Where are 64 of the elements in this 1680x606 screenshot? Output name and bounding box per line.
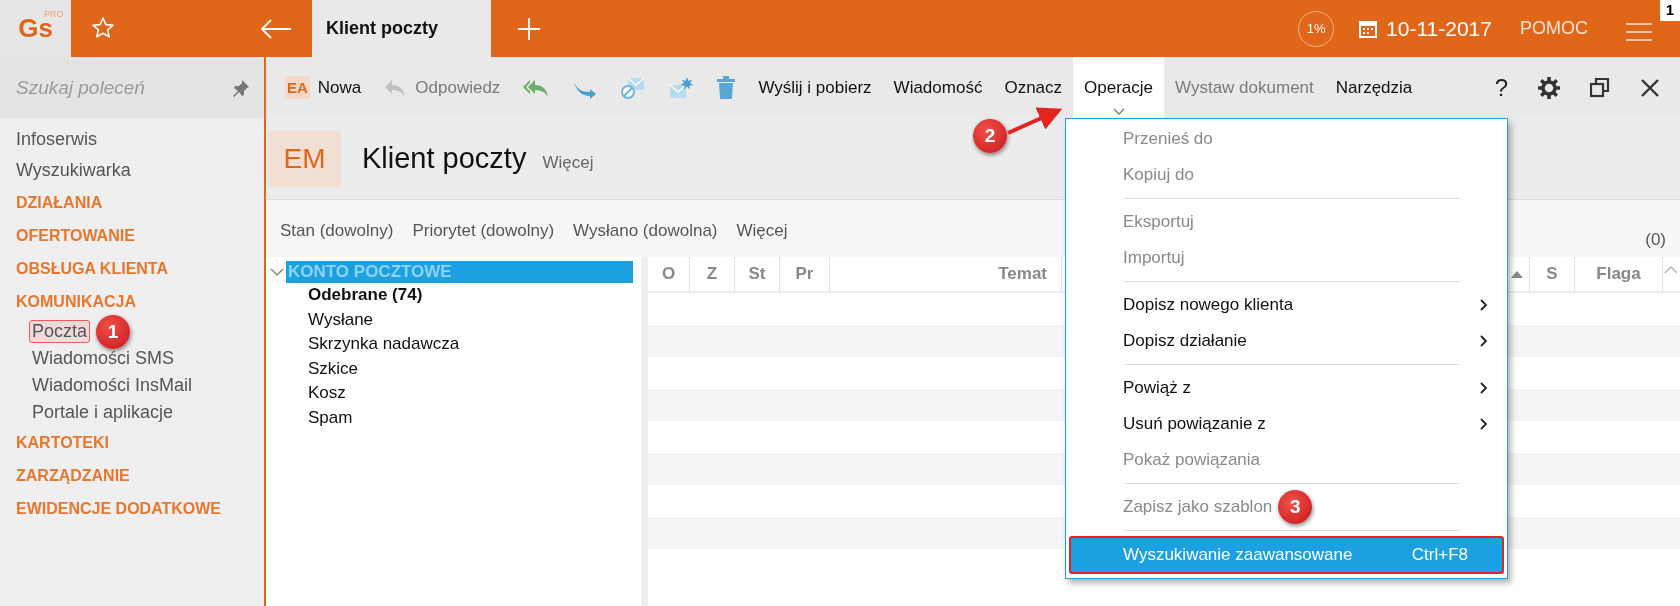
help-button[interactable]: ? <box>1494 73 1508 102</box>
chevron-down-icon <box>1112 108 1125 115</box>
menu-item[interactable]: Wyszukiwanie zaawansowane Ctrl+F8 <box>1069 536 1504 574</box>
callout-number: 1 <box>96 314 131 349</box>
menu-item[interactable]: Dopisz działanie <box>1069 323 1504 359</box>
tree-item[interactable]: Spam <box>306 405 641 430</box>
back-arrow-icon[interactable] <box>260 17 292 40</box>
plus-icon[interactable] <box>517 16 541 41</box>
module-badge: EM <box>268 130 341 187</box>
column-header[interactable]: O <box>648 257 690 291</box>
shortcut-text: Ctrl+F8 <box>1411 545 1468 565</box>
tree-item[interactable]: Kosz <box>306 381 641 406</box>
sort-ascending-icon[interactable] <box>1511 270 1523 278</box>
toolbar-button[interactable]: Wyślij i pobierz <box>747 71 883 104</box>
page-title: Klient poczty <box>362 142 527 175</box>
tab[interactable]: Klient poczty <box>312 0 491 57</box>
result-count: (0) <box>1645 229 1666 250</box>
trash-icon[interactable] <box>716 75 737 100</box>
help-link[interactable]: POMOC <box>1520 18 1588 39</box>
column-header[interactable]: St <box>735 257 780 291</box>
toolbar-button[interactable]: Wiadomość <box>882 71 994 104</box>
nav-item[interactable]: Wiadomości InsMail <box>29 374 196 397</box>
toolbar-button[interactable]: Operacje <box>1073 57 1165 118</box>
notification-count: 1 <box>1659 0 1680 21</box>
date-text: 10-11-2017 <box>1386 16 1492 41</box>
filter-dropdown[interactable]: Priorytet (dowolny) <box>412 220 555 241</box>
menu-icon[interactable] <box>1626 21 1652 42</box>
star-icon[interactable] <box>91 16 115 40</box>
tree-item[interactable]: Skrzynka nadawcza <box>306 332 641 357</box>
envelope-star-icon[interactable] <box>668 75 695 100</box>
nav-link[interactable]: Infoserwis <box>16 124 98 155</box>
scroll-up-icon[interactable] <box>1664 265 1678 274</box>
logo-tag: PRO <box>44 9 64 19</box>
column-header[interactable]: Pr <box>780 257 830 291</box>
nav-item[interactable]: Portale i aplikacje <box>29 401 177 424</box>
callout-number: 3 <box>1278 490 1313 524</box>
chevron-down-icon[interactable] <box>270 267 284 277</box>
settings-icon[interactable] <box>1538 76 1560 99</box>
menu-item[interactable]: Usuń powiązanie z <box>1069 406 1504 442</box>
toolbar-button[interactable]: Narzędzia <box>1324 71 1424 104</box>
menu-item[interactable]: Powiąż z <box>1069 370 1504 406</box>
tree-item[interactable]: Wysłane <box>306 307 641 332</box>
tree-item[interactable]: Odebrane (74) <box>306 283 641 308</box>
calendar-icon <box>1358 18 1379 39</box>
column-header[interactable]: Z <box>690 257 735 291</box>
pin-icon[interactable] <box>232 78 250 97</box>
initials-badge: EA <box>285 76 310 99</box>
restore-window-icon[interactable] <box>1590 77 1610 98</box>
toolbar-button[interactable]: Oznacz <box>993 71 1074 104</box>
nav-link[interactable]: Wyszukiwarka <box>16 155 131 186</box>
toolbar-button[interactable]: EA Nowa <box>274 71 373 104</box>
column-header[interactable]: S <box>1530 257 1575 291</box>
filter-dropdown[interactable]: Stan (dowolny) <box>280 220 394 241</box>
filter-dropdown[interactable]: Wysłano (dowolna) <box>573 220 718 241</box>
nav-item[interactable]: Wiadomości SMS <box>29 347 178 370</box>
envelope-blocked-icon[interactable] <box>620 75 647 100</box>
column-header[interactable]: Flaga <box>1575 257 1663 291</box>
close-icon[interactable] <box>1640 77 1660 98</box>
nav-item[interactable]: Poczta <box>29 320 91 343</box>
more-link[interactable]: Więcej <box>542 152 594 173</box>
column-header[interactable]: Temat <box>830 257 1062 291</box>
tree-item[interactable]: Szkice <box>306 356 641 381</box>
menu-item[interactable]: Dopisz nowego klienta <box>1069 287 1504 323</box>
filter-dropdown[interactable]: Więcej <box>736 220 788 241</box>
